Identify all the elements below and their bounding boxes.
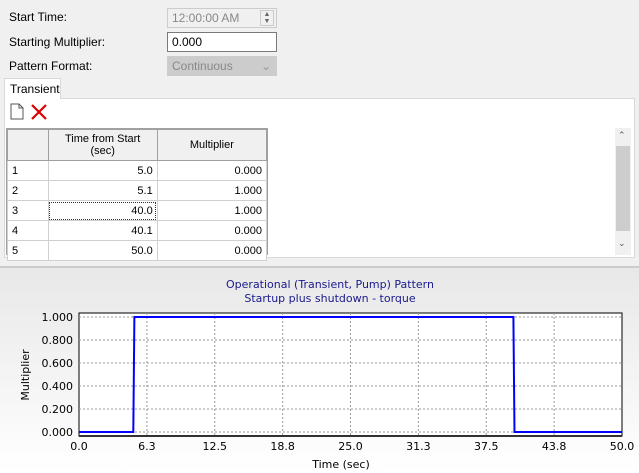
start-time-label: Start Time:	[9, 10, 68, 24]
table-row[interactable]: 2 5.1 1.000	[7, 180, 268, 201]
pattern-format-label: Pattern Format:	[9, 59, 93, 73]
table-row[interactable]: 4 40.1 0.000	[7, 220, 268, 241]
y-tick-label: 1.000	[42, 311, 74, 324]
x-tick-label: 37.5	[474, 440, 499, 453]
table-row[interactable]: 5 50.0 0.000	[7, 240, 268, 261]
time-cell[interactable]: 5.0	[47, 160, 158, 181]
column-header-time[interactable]: Time from Start (sec)	[47, 129, 158, 161]
start-time-value: 12:00:00 AM	[172, 11, 240, 25]
y-tick-label: 0.000	[42, 426, 74, 439]
data-point	[621, 431, 623, 433]
y-axis-label: Multiplier	[19, 349, 32, 401]
multiplier-cell[interactable]: 1.000	[156, 200, 268, 221]
x-tick-label: 25.0	[338, 440, 363, 453]
spinner-icon[interactable]: ▲ ▼	[260, 10, 274, 26]
scrollbar-thumb[interactable]	[616, 146, 630, 231]
x-axis-label: Time (sec)	[311, 458, 370, 471]
header-time-line2: (sec)	[90, 145, 115, 157]
chevron-down-icon: ⌄	[260, 59, 271, 73]
start-time-input[interactable]: 12:00:00 AM ▲ ▼	[167, 8, 277, 28]
data-point	[78, 431, 80, 433]
pattern-format-value: Continuous	[172, 59, 233, 73]
time-cell[interactable]: 40.1	[47, 220, 158, 241]
row-header-corner	[7, 129, 49, 161]
time-cell[interactable]: 50.0	[47, 240, 158, 261]
multiplier-cell[interactable]: 0.000	[156, 240, 268, 261]
starting-multiplier-label: Starting Multiplier:	[9, 35, 106, 49]
row-number[interactable]: 3	[7, 200, 49, 221]
pattern-format-select[interactable]: Continuous ⌄	[167, 56, 277, 76]
x-tick-label: 18.8	[270, 440, 295, 453]
row-number[interactable]: 5	[7, 240, 49, 261]
pattern-grid[interactable]: Time from Start (sec) Multiplier 1 5.0 0.00…	[6, 128, 268, 261]
x-tick-label: 12.5	[203, 440, 228, 453]
scroll-down-icon[interactable]: ⌄	[618, 238, 626, 249]
data-point	[133, 316, 135, 318]
header-time-line1: Time from Start	[64, 133, 141, 145]
multiplier-cell[interactable]: 0.000	[156, 160, 268, 181]
chart-title: Operational (Transient, Pump) Pattern	[226, 278, 434, 291]
scroll-up-icon[interactable]: ⌃	[618, 130, 626, 141]
y-tick-label: 0.600	[42, 357, 74, 370]
pattern-chart: Operational (Transient, Pump) Pattern St…	[0, 268, 639, 473]
multiplier-cell[interactable]: 0.000	[156, 220, 268, 241]
chart-subtitle: Startup plus shutdown - torque	[244, 292, 416, 305]
row-number[interactable]: 4	[7, 220, 49, 241]
x-tick-label: 0.0	[70, 440, 88, 453]
starting-multiplier-input[interactable]: 0.000	[167, 32, 277, 52]
x-tick-label: 31.3	[406, 440, 431, 453]
table-row[interactable]: 1 5.0 0.000	[7, 160, 268, 181]
data-point	[132, 431, 134, 433]
y-tick-label: 0.200	[42, 403, 74, 416]
y-tick-label: 0.400	[42, 380, 74, 393]
table-row[interactable]: 3 40.0 1.000	[7, 200, 268, 221]
y-tick-label: 0.800	[42, 334, 74, 347]
data-point	[512, 316, 514, 318]
multiplier-cell[interactable]: 1.000	[156, 180, 268, 201]
time-cell[interactable]: 5.1	[47, 180, 158, 201]
row-number[interactable]: 1	[7, 160, 49, 181]
new-document-icon[interactable]	[10, 103, 24, 120]
column-header-multiplier[interactable]: Multiplier	[156, 129, 268, 161]
time-cell[interactable]: 40.0	[47, 200, 158, 221]
delete-x-icon[interactable]	[31, 104, 47, 120]
x-tick-label: 50.0	[610, 440, 635, 453]
x-tick-label: 6.3	[138, 440, 156, 453]
tab-transient[interactable]: Transient	[4, 78, 61, 99]
data-point	[513, 431, 515, 433]
x-tick-label: 43.8	[542, 440, 567, 453]
row-number[interactable]: 2	[7, 180, 49, 201]
